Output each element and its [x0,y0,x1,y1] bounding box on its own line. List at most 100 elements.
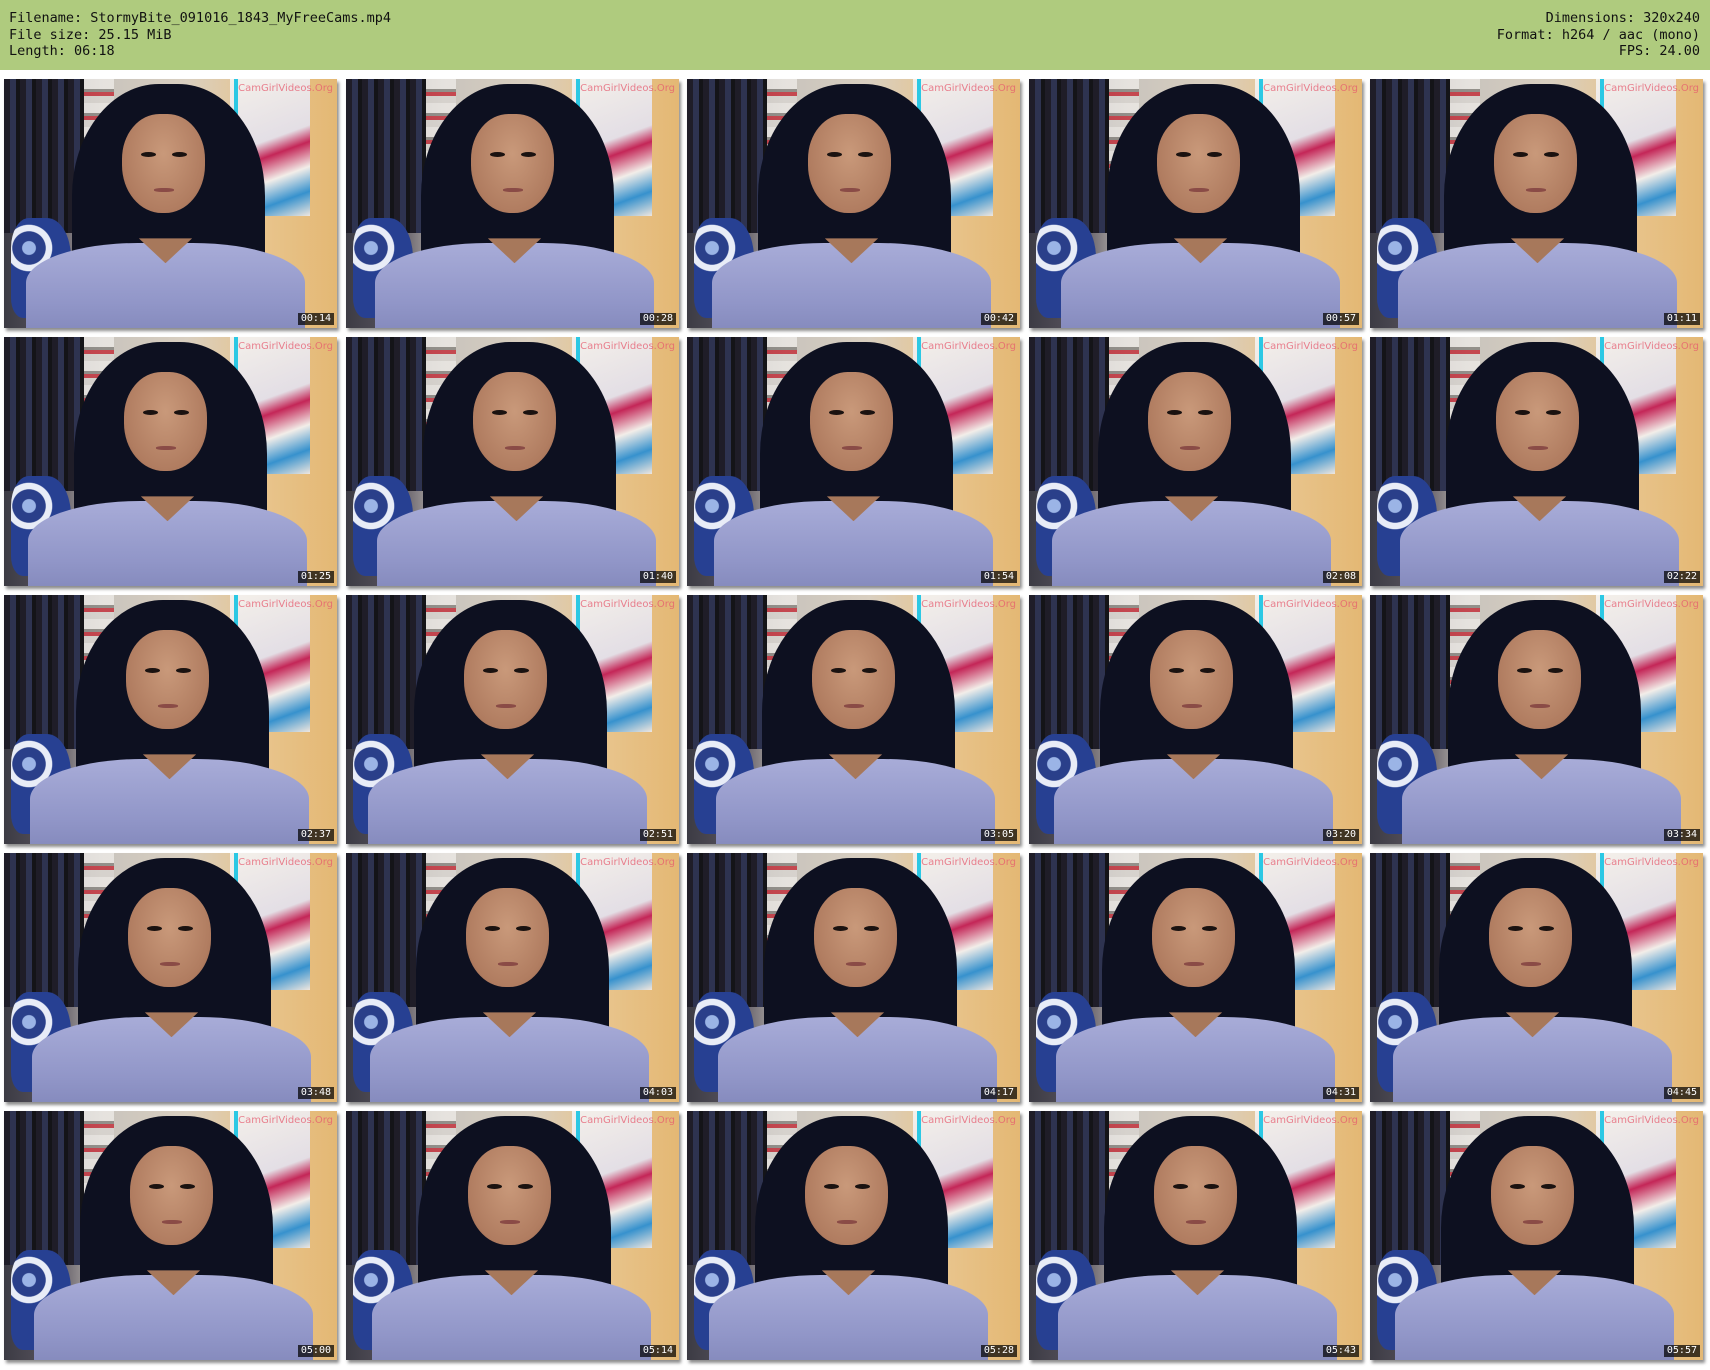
frame-image [346,1111,679,1360]
frame-image [1029,337,1362,586]
watermark-label: CamGirlVideos.Org [1604,599,1699,610]
timestamp-label: 00:14 [297,313,334,325]
video-frame-thumbnail: CamGirlVideos.Org 00:28 [346,79,679,328]
video-frame-thumbnail: CamGirlVideos.Org 00:57 [1029,79,1362,328]
timestamp-label: 02:37 [297,829,334,841]
dimensions-label: Dimensions: 320x240 [1545,10,1700,26]
frame-image [1370,853,1703,1102]
frame-image [346,337,679,586]
timestamp-label: 01:11 [1663,313,1700,325]
watermark-label: CamGirlVideos.Org [238,83,333,94]
file-info: Filename: StormyBite_091016_1843_MyFreeC… [9,10,391,60]
watermark-label: CamGirlVideos.Org [1604,341,1699,352]
frame-image [1370,595,1703,844]
watermark-label: CamGirlVideos.Org [580,1115,675,1126]
frame-image [687,1111,1020,1360]
timestamp-label: 04:31 [1322,1087,1359,1099]
watermark-label: CamGirlVideos.Org [580,83,675,94]
frame-image [1370,337,1703,586]
timestamp-label: 05:14 [639,1345,676,1357]
watermark-label: CamGirlVideos.Org [238,857,333,868]
timestamp-label: 00:57 [1322,313,1359,325]
frame-image [1370,1111,1703,1360]
watermark-label: CamGirlVideos.Org [921,341,1016,352]
timestamp-label: 04:45 [1663,1087,1700,1099]
video-frame-thumbnail: CamGirlVideos.Org 03:20 [1029,595,1362,844]
watermark-label: CamGirlVideos.Org [238,341,333,352]
timestamp-label: 03:20 [1322,829,1359,841]
watermark-label: CamGirlVideos.Org [1604,83,1699,94]
watermark-label: CamGirlVideos.Org [921,857,1016,868]
video-frame-thumbnail: CamGirlVideos.Org 04:45 [1370,853,1703,1102]
frame-image [346,595,679,844]
filename-label: Filename: StormyBite_091016_1843_MyFreeC… [9,10,392,26]
timestamp-label: 04:03 [639,1087,676,1099]
video-frame-thumbnail: CamGirlVideos.Org 01:11 [1370,79,1703,328]
timestamp-label: 03:34 [1663,829,1700,841]
watermark-label: CamGirlVideos.Org [1263,341,1358,352]
frame-image [346,79,679,328]
video-frame-thumbnail: CamGirlVideos.Org 00:42 [687,79,1020,328]
frame-image [1029,595,1362,844]
video-frame-thumbnail: CamGirlVideos.Org 05:14 [346,1111,679,1360]
timestamp-label: 05:28 [980,1345,1017,1357]
length-label: Length: 06:18 [9,43,115,59]
watermark-label: CamGirlVideos.Org [1263,857,1358,868]
timestamp-label: 05:57 [1663,1345,1700,1357]
timestamp-label: 01:40 [639,571,676,583]
filesize-label: File size: 25.15 MiB [9,26,172,43]
timestamp-label: 03:48 [297,1087,334,1099]
watermark-label: CamGirlVideos.Org [1263,1115,1358,1126]
watermark-label: CamGirlVideos.Org [580,599,675,610]
video-frame-thumbnail: CamGirlVideos.Org 05:28 [687,1111,1020,1360]
frame-image [1029,79,1362,328]
watermark-label: CamGirlVideos.Org [1263,599,1358,610]
timestamp-label: 00:28 [639,313,676,325]
frame-image [1029,1111,1362,1360]
watermark-label: CamGirlVideos.Org [1604,857,1699,868]
frame-image [1029,853,1362,1102]
frame-image [1370,79,1703,328]
timestamp-label: 00:42 [980,313,1017,325]
video-frame-thumbnail: CamGirlVideos.Org 02:22 [1370,337,1703,586]
watermark-label: CamGirlVideos.Org [1604,1115,1699,1126]
video-frame-thumbnail: CamGirlVideos.Org 01:25 [4,337,337,586]
format-label: Format: h264 / aac (mono) [1496,26,1700,43]
fps-label: FPS: 24.00 [1618,43,1700,59]
video-frame-thumbnail: CamGirlVideos.Org 02:37 [4,595,337,844]
video-frame-thumbnail: CamGirlVideos.Org 01:40 [346,337,679,586]
video-frame-thumbnail: CamGirlVideos.Org 05:43 [1029,1111,1362,1360]
video-frame-thumbnail: CamGirlVideos.Org 05:00 [4,1111,337,1360]
frame-image [687,595,1020,844]
video-frame-thumbnail: CamGirlVideos.Org 03:34 [1370,595,1703,844]
thumbnail-grid: CamGirlVideos.Org 00:14 CamGirlVideos.Org 0… [4,79,1708,1369]
watermark-label: CamGirlVideos.Org [921,83,1016,94]
info-header: Filename: StormyBite_091016_1843_MyFreeC… [0,0,1710,70]
frame-image [4,79,337,328]
video-frame-thumbnail: CamGirlVideos.Org 00:14 [4,79,337,328]
timestamp-label: 02:08 [1322,571,1359,583]
watermark-label: CamGirlVideos.Org [921,1115,1016,1126]
video-frame-thumbnail: CamGirlVideos.Org 04:31 [1029,853,1362,1102]
video-frame-thumbnail: CamGirlVideos.Org 05:57 [1370,1111,1703,1360]
video-frame-thumbnail: CamGirlVideos.Org 04:17 [687,853,1020,1102]
timestamp-label: 02:51 [639,829,676,841]
watermark-label: CamGirlVideos.Org [238,599,333,610]
timestamp-label: 05:43 [1322,1345,1359,1357]
frame-image [687,79,1020,328]
watermark-label: CamGirlVideos.Org [238,1115,333,1126]
timestamp-label: 05:00 [297,1345,334,1357]
timestamp-label: 02:22 [1663,571,1700,583]
video-frame-thumbnail: CamGirlVideos.Org 04:03 [346,853,679,1102]
frame-image [4,595,337,844]
frame-image [4,853,337,1102]
timestamp-label: 04:17 [980,1087,1017,1099]
video-frame-thumbnail: CamGirlVideos.Org 03:05 [687,595,1020,844]
frame-image [687,853,1020,1102]
watermark-label: CamGirlVideos.Org [580,341,675,352]
frame-image [687,337,1020,586]
timestamp-label: 01:25 [297,571,334,583]
timestamp-label: 03:05 [980,829,1017,841]
timestamp-label: 01:54 [980,571,1017,583]
watermark-label: CamGirlVideos.Org [580,857,675,868]
